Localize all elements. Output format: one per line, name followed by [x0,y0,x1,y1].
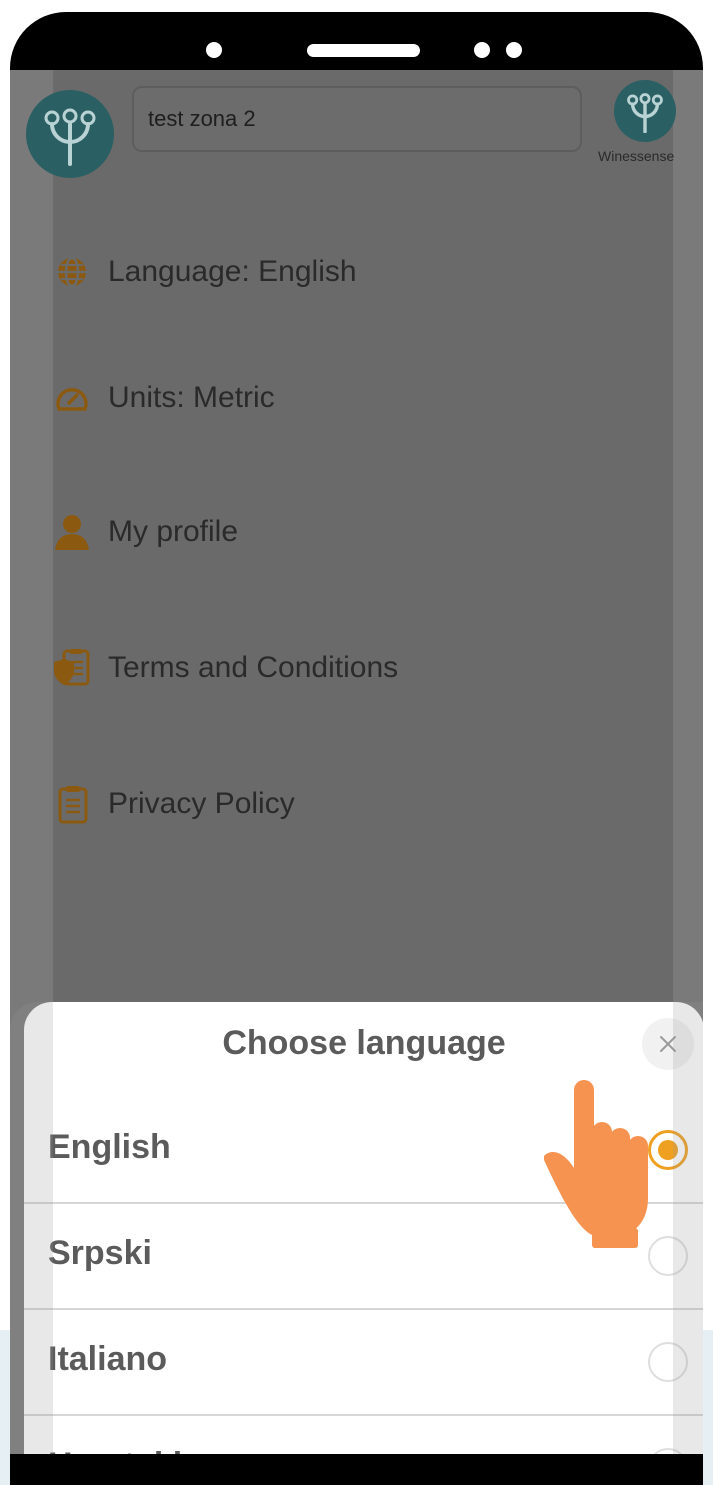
menu-item-label: My profile [108,515,239,548]
camera-dot [206,42,222,58]
menu-item-privacy-policy[interactable]: Privacy Policy [52,784,295,824]
speedometer-icon [52,378,92,418]
app-logo[interactable] [26,90,114,178]
menu-item-label: Language: English [108,255,357,288]
menu-item-label: Units: Metric [108,381,275,414]
vine-logo-icon [627,93,663,133]
menu-item-label: Terms and Conditions [108,651,399,684]
brand-name: Winessense [598,148,675,164]
user-icon [52,512,92,552]
language-option-hrvatski[interactable]: Hrvatski [24,1416,703,1454]
zone-selector-field[interactable]: test zona 2 [132,86,582,152]
brand-logo[interactable] [614,80,676,142]
menu-item-label: Privacy Policy [108,787,295,820]
language-option-label: Italiano [48,1340,168,1378]
speaker-slot [307,44,420,57]
vine-logo-icon [44,108,96,166]
clipboard-icon [52,784,92,824]
sensor-dot [506,42,522,58]
globe-icon [52,252,92,292]
menu-item-language[interactable]: Language: English [52,252,357,292]
pointing-hand-icon [544,1080,648,1248]
language-option-label: English [48,1128,171,1166]
language-option-label: Srpski [48,1234,152,1272]
sensor-dot [474,42,490,58]
screen-edge-shade [673,1002,703,1454]
menu-item-units[interactable]: Units: Metric [52,378,275,418]
sheet-title: Choose language [222,1024,506,1062]
menu-item-terms[interactable]: Terms and Conditions [52,648,398,688]
language-option-italiano[interactable]: Italiano [24,1310,703,1416]
screen-edge-shade [10,1002,53,1454]
document-shield-icon [52,648,92,688]
menu-item-my-profile[interactable]: My profile [52,512,238,552]
language-option-label: Hrvatski [48,1446,182,1454]
phone-frame: test zona 2 Winessense Language: English… [10,12,703,1485]
zone-selector-value: test zona 2 [148,106,256,131]
phone-notch [10,12,703,72]
